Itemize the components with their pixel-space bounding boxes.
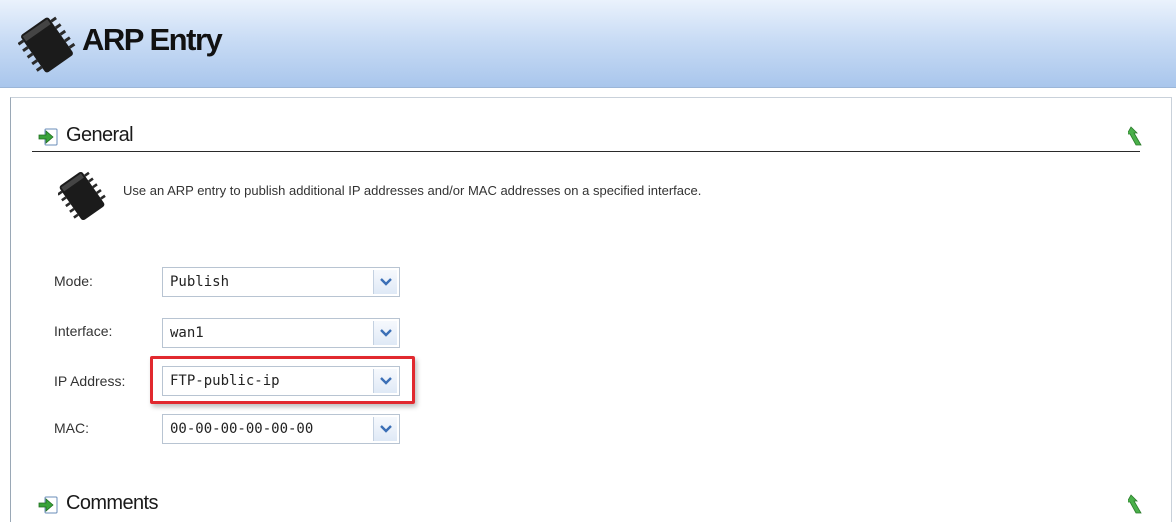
- highlight-box: [150, 356, 415, 404]
- section-header-comments[interactable]: Comments: [22, 490, 1154, 520]
- section-arrow-icon: [38, 496, 58, 519]
- page-title: ARP Entry: [82, 22, 223, 57]
- chevron-down-icon[interactable]: [373, 270, 397, 294]
- interface-value: wan1: [170, 325, 204, 341]
- mode-label: Mode:: [54, 273, 93, 289]
- chip-icon: [57, 168, 106, 229]
- chevron-down-icon[interactable]: [373, 417, 397, 441]
- ip-address-label: IP Address:: [54, 373, 126, 389]
- section-title-comments: Comments: [66, 492, 158, 514]
- info-description: Use an ARP entry to publish additional I…: [123, 183, 702, 198]
- mode-value: Publish: [170, 274, 230, 290]
- collapse-arrow-icon[interactable]: [1126, 493, 1146, 520]
- mac-label: MAC:: [54, 420, 89, 436]
- section-header-general[interactable]: General: [22, 122, 1154, 152]
- section-arrow-icon: [38, 128, 58, 151]
- mode-select[interactable]: Publish: [162, 267, 400, 297]
- interface-label: Interface:: [54, 323, 113, 339]
- chip-icon: [17, 14, 76, 81]
- mac-input[interactable]: 00-00-00-00-00-00: [162, 414, 400, 444]
- chevron-down-icon[interactable]: [373, 321, 397, 345]
- page-header: ARP Entry: [0, 0, 1176, 88]
- interface-select[interactable]: wan1: [162, 318, 400, 348]
- mac-value: 00-00-00-00-00-00: [170, 421, 314, 437]
- section-title-general: General: [66, 124, 134, 146]
- content-panel: [10, 97, 1172, 522]
- collapse-arrow-icon[interactable]: [1126, 125, 1146, 152]
- section-divider: [32, 151, 1140, 152]
